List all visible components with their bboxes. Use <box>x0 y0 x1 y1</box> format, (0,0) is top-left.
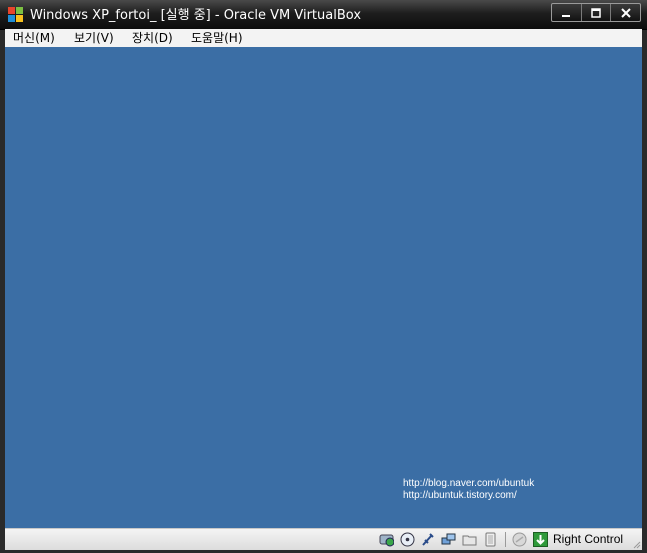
minimize-icon <box>562 14 571 17</box>
usb-icon[interactable] <box>420 532 435 547</box>
status-bar: Right Control <box>5 528 642 550</box>
close-icon <box>620 7 631 18</box>
display-icon[interactable] <box>483 532 498 547</box>
menu-devices[interactable]: 장치(D) <box>132 30 173 46</box>
mouse-integration-icon[interactable] <box>512 532 527 547</box>
network-icon[interactable] <box>441 532 456 547</box>
hard-disk-icon[interactable] <box>379 532 394 547</box>
maximize-icon <box>591 7 601 18</box>
maximize-button[interactable] <box>580 4 611 21</box>
blog-url-text: http://blog.naver.com/ubuntuk <box>403 478 535 489</box>
status-separator <box>505 532 506 547</box>
virtualbox-logo-icon <box>8 7 23 22</box>
title-bar[interactable]: Windows XP_fortoi_ [실행 중] - Oracle VM Vi… <box>0 0 647 30</box>
cd-dvd-icon[interactable] <box>400 532 415 547</box>
resize-grip-icon[interactable] <box>631 539 641 549</box>
menu-view[interactable]: 보기(V) <box>74 30 114 46</box>
window-controls <box>551 3 641 22</box>
shared-folders-icon[interactable] <box>462 532 477 547</box>
menu-machine[interactable]: 머신(M) <box>13 30 55 46</box>
host-key-indicator-icon <box>533 532 548 547</box>
close-button[interactable] <box>610 4 640 21</box>
menu-help[interactable]: 도움말(H) <box>191 30 243 46</box>
host-key-label: Right Control <box>553 532 624 546</box>
minimize-button[interactable] <box>552 4 581 21</box>
tistory-url-text: http://ubuntuk.tistory.com/ <box>403 490 517 501</box>
virtualbox-window: Windows XP_fortoi_ [실행 중] - Oracle VM Vi… <box>0 0 647 553</box>
guest-display[interactable]: http://blog.naver.com/ubuntuk http://ubu… <box>5 47 642 528</box>
menu-bar: 머신(M) 보기(V) 장치(D) 도움말(H) <box>5 29 642 47</box>
window-title: Windows XP_fortoi_ [실행 중] - Oracle VM Vi… <box>30 8 362 23</box>
